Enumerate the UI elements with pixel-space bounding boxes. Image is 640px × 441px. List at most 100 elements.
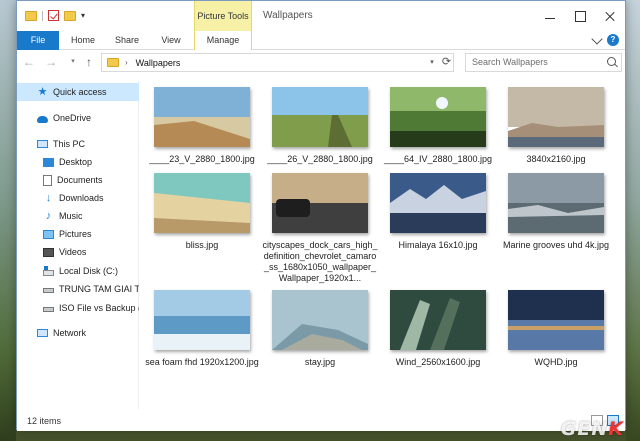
forward-button[interactable]: → bbox=[43, 54, 59, 70]
file-name: Marine grooves uhd 4k.jpg bbox=[502, 240, 610, 250]
tab-manage[interactable]: Manage bbox=[194, 31, 252, 50]
file-name: Himalaya 16x10.jpg bbox=[398, 240, 478, 250]
search-input[interactable]: Search Wallpapers bbox=[465, 53, 622, 72]
file-name: ____26_V_2880_1800.jpg bbox=[267, 154, 373, 164]
file-item[interactable]: cityscapes_dock_cars_high_definition_che… bbox=[262, 173, 378, 284]
sidebar-item-usb-drive-2[interactable]: ISO File vs Backup ( bbox=[17, 299, 139, 317]
sidebar-item-usb-drive-1[interactable]: TRUNG TAM GIAI T bbox=[17, 280, 139, 298]
picture-tools-header: Picture Tools bbox=[194, 1, 252, 31]
sidebar-item-label: Quick access bbox=[53, 87, 107, 97]
sidebar-item-onedrive[interactable]: OneDrive bbox=[17, 109, 139, 127]
file-item[interactable]: Marine grooves uhd 4k.jpg bbox=[498, 173, 614, 251]
file-name: sea foam fhd 1920x1200.jpg bbox=[145, 357, 259, 367]
close-button[interactable] bbox=[595, 1, 625, 31]
breadcrumb-wallpapers[interactable]: Wallpapers bbox=[136, 58, 181, 68]
image-thumbnail bbox=[272, 87, 368, 147]
pictures-icon bbox=[43, 229, 54, 239]
status-bar: 12 items bbox=[17, 411, 625, 431]
file-name: ____23_V_2880_1800.jpg bbox=[149, 154, 255, 164]
folder-icon[interactable] bbox=[25, 10, 37, 21]
refresh-button[interactable]: ⟳ bbox=[439, 53, 454, 72]
quick-access-toolbar: ▾ bbox=[25, 10, 85, 21]
file-item[interactable]: 3840x2160.jpg bbox=[498, 87, 614, 165]
file-name: ____64_IV_2880_1800.jpg bbox=[383, 154, 493, 164]
image-thumbnail bbox=[508, 290, 604, 350]
file-name: bliss.jpg bbox=[185, 240, 219, 250]
file-item[interactable]: WQHD.jpg bbox=[498, 290, 614, 368]
file-item[interactable]: stay.jpg bbox=[262, 290, 378, 368]
tab-file[interactable]: File bbox=[17, 31, 59, 50]
maximize-button[interactable] bbox=[565, 1, 595, 31]
item-count: 12 items bbox=[27, 416, 62, 426]
back-button[interactable]: ← bbox=[21, 54, 37, 70]
folder-icon bbox=[107, 58, 119, 67]
downloads-icon: ↓ bbox=[45, 191, 52, 204]
usb-drive-icon bbox=[43, 288, 54, 293]
help-icon[interactable]: ? bbox=[607, 34, 619, 46]
recent-locations-button[interactable]: ▾ bbox=[65, 54, 81, 70]
file-explorer-window: ▾ Picture Tools Wallpapers File Home Sha… bbox=[16, 0, 626, 431]
sidebar-item-label: Videos bbox=[59, 247, 87, 257]
music-icon: ♪ bbox=[45, 209, 52, 222]
file-item[interactable]: ____64_IV_2880_1800.jpg bbox=[380, 87, 496, 165]
cloud-icon bbox=[37, 115, 48, 123]
expand-ribbon-icon[interactable] bbox=[591, 33, 603, 45]
breadcrumb-arrow-icon[interactable]: › bbox=[125, 58, 128, 67]
desktop-wallpaper-left bbox=[0, 0, 16, 441]
sidebar-item-local-disk[interactable]: Local Disk (C:) bbox=[17, 262, 139, 280]
image-thumbnail bbox=[508, 87, 604, 147]
image-thumbnail bbox=[508, 173, 604, 233]
sidebar-item-quick-access[interactable]: ★ Quick access bbox=[17, 83, 139, 101]
disk-icon bbox=[43, 265, 54, 276]
tab-share[interactable]: Share bbox=[109, 31, 145, 50]
sidebar-item-downloads[interactable]: ↓ Downloads bbox=[17, 189, 139, 207]
properties-icon[interactable] bbox=[48, 10, 59, 21]
network-icon bbox=[37, 329, 48, 337]
sidebar-item-label: Pictures bbox=[59, 229, 92, 239]
genk-watermark-logo: GENK bbox=[560, 418, 624, 440]
sidebar-item-label: ISO File vs Backup ( bbox=[59, 303, 139, 313]
ribbon-tabs: File Home Share View Manage ? bbox=[17, 31, 625, 50]
sidebar-item-music[interactable]: ♪ Music bbox=[17, 207, 139, 225]
desktop-icon bbox=[43, 157, 54, 167]
sidebar-item-documents[interactable]: Documents bbox=[17, 171, 139, 189]
file-item[interactable]: Himalaya 16x10.jpg bbox=[380, 173, 496, 251]
image-thumbnail bbox=[272, 290, 368, 350]
sidebar-item-desktop[interactable]: Desktop bbox=[17, 153, 139, 171]
file-item[interactable]: sea foam fhd 1920x1200.jpg bbox=[144, 290, 260, 368]
customize-toolbar-icon[interactable]: ▾ bbox=[81, 11, 85, 20]
sidebar-item-videos[interactable]: Videos bbox=[17, 243, 139, 261]
sidebar-item-label: Network bbox=[53, 328, 87, 338]
file-item[interactable]: bliss.jpg bbox=[144, 173, 260, 251]
star-icon: ★ bbox=[37, 85, 48, 98]
sidebar-item-label: Music bbox=[59, 211, 83, 221]
tab-home[interactable]: Home bbox=[65, 31, 101, 50]
documents-icon bbox=[43, 174, 52, 186]
image-thumbnail bbox=[272, 173, 368, 233]
file-item[interactable]: ____26_V_2880_1800.jpg bbox=[262, 87, 378, 165]
address-bar[interactable]: › Wallpapers bbox=[101, 53, 454, 72]
image-thumbnail bbox=[154, 290, 250, 350]
image-thumbnail bbox=[390, 173, 486, 233]
file-item[interactable]: Wind_2560x1600.jpg bbox=[380, 290, 496, 368]
up-button[interactable]: ↑ bbox=[81, 54, 97, 70]
file-name: Wind_2560x1600.jpg bbox=[395, 357, 481, 367]
file-name: cityscapes_dock_cars_high_definition_che… bbox=[262, 240, 378, 283]
navigation-bar: ← → ▾ ↑ › Wallpapers ▾ ⟳ Search Wallpape… bbox=[17, 51, 625, 75]
sidebar-item-label: OneDrive bbox=[53, 113, 92, 123]
new-folder-icon[interactable] bbox=[64, 10, 76, 21]
file-grid: ____23_V_2880_1800.jpg ____26_V_2880_180… bbox=[141, 81, 623, 409]
sidebar-item-network[interactable]: Network bbox=[17, 324, 139, 342]
sidebar-item-pictures[interactable]: Pictures bbox=[17, 225, 139, 243]
desktop-wallpaper-right bbox=[626, 0, 640, 441]
minimize-button[interactable] bbox=[535, 1, 565, 31]
address-dropdown-icon[interactable]: ▾ bbox=[425, 53, 439, 72]
sidebar-item-label: Downloads bbox=[59, 193, 104, 203]
toolbar-divider bbox=[42, 10, 43, 21]
tab-view[interactable]: View bbox=[153, 31, 189, 50]
image-thumbnail bbox=[154, 87, 250, 147]
sidebar-item-this-pc[interactable]: This PC bbox=[17, 135, 139, 153]
window-title: Wallpapers bbox=[263, 10, 313, 21]
file-item[interactable]: ____23_V_2880_1800.jpg bbox=[144, 87, 260, 165]
search-icon bbox=[607, 57, 616, 66]
